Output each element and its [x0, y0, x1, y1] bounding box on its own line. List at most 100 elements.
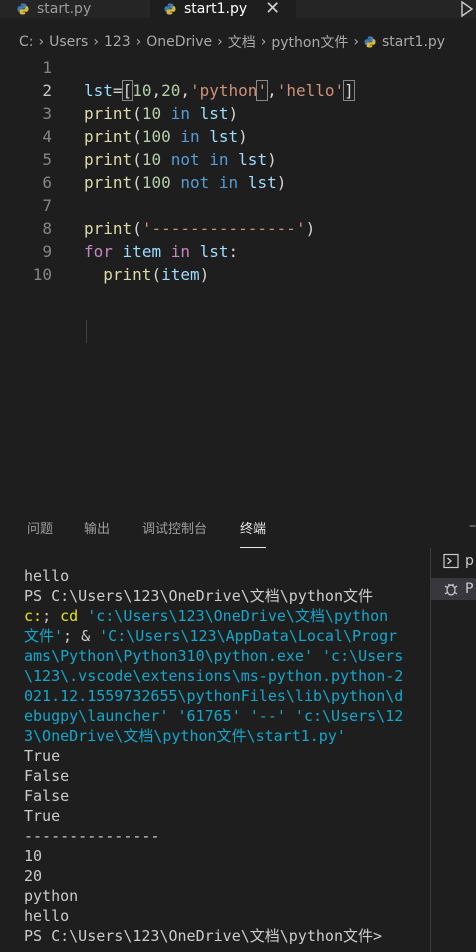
- terminal-text: \123\.vscode\extensions\ms-python.python…: [24, 667, 404, 685]
- breadcrumb-item[interactable]: 文档: [228, 32, 256, 52]
- terminal-text: False: [24, 767, 70, 785]
- code-line[interactable]: 6 print(100 not in lst): [0, 171, 476, 194]
- tab-output[interactable]: 输出: [84, 518, 110, 537]
- code-line[interactable]: 2 lst=[10,20,'python','hello']: [0, 79, 476, 102]
- terminal-line: 20: [24, 866, 422, 886]
- code-token: :: [228, 242, 239, 261]
- terminal-line: ams\Python\Python310\python.exe' 'c:\Use…: [24, 646, 422, 666]
- terminal-line: 文件'; & 'C:\Users\123\AppData\Local\Progr: [24, 626, 422, 646]
- code-text: print(100 in lst): [84, 125, 248, 148]
- code-token: not: [180, 173, 210, 192]
- python-file-icon: [364, 36, 376, 48]
- terminal-text: 3\OneDrive\文档\python文件\start1.py': [24, 727, 346, 745]
- code-line[interactable]: 4 print(100 in lst): [0, 125, 476, 148]
- code-token: print: [103, 265, 152, 284]
- code-editor[interactable]: 1 2 lst=[10,20,'python','hello'] 3 print(10 …: [0, 56, 476, 506]
- code-token: ': [256, 80, 269, 101]
- code-text: lst=[10,20,'python','hello']: [84, 79, 355, 102]
- terminal-line: python: [24, 886, 422, 906]
- terminal-line: c:; cd 'c:\Users\123\OneDrive\文档\python: [24, 606, 422, 626]
- code-text: for item in lst:: [84, 240, 238, 263]
- terminal-line: True: [24, 806, 422, 826]
- code-token: lst: [84, 81, 113, 100]
- code-token: print: [84, 150, 133, 169]
- code-line[interactable]: 7: [0, 194, 476, 217]
- code-token: lst: [199, 104, 229, 123]
- code-line[interactable]: 3 print(10 in lst): [0, 102, 476, 125]
- python-file-icon: [17, 3, 29, 15]
- terminal-text: c:: [24, 607, 43, 625]
- code-token: ): [276, 173, 287, 192]
- tab-debug-console[interactable]: 调试控制台: [142, 518, 207, 537]
- terminal-text: 10: [24, 847, 43, 865]
- terminal-text: ; &: [63, 627, 100, 645]
- tab-problems[interactable]: 问题: [27, 518, 53, 537]
- code-token: lst: [209, 127, 239, 146]
- tab-label: start.py: [37, 1, 92, 17]
- close-icon[interactable]: ✕: [265, 0, 280, 18]
- panel-dash[interactable]: –: [469, 518, 476, 534]
- tab-start-py[interactable]: start.py: [17, 0, 91, 18]
- breadcrumb-item[interactable]: OneDrive: [146, 34, 212, 50]
- code-token: 100: [141, 127, 171, 146]
- terminal-list-item[interactable]: p: [431, 550, 476, 572]
- terminal-line: PS C:\Users\123\OneDrive\文档\python文件: [24, 586, 422, 606]
- breadcrumb-item[interactable]: C:: [19, 34, 34, 50]
- terminal-list-label: P: [465, 581, 474, 597]
- line-number: 4: [42, 127, 52, 146]
- code-token: (: [132, 173, 142, 192]
- run-icon[interactable]: [458, 0, 476, 18]
- code-line[interactable]: 10 print(item): [0, 263, 476, 286]
- terminal-line: hello: [24, 566, 422, 586]
- terminal-text: hello: [24, 907, 70, 925]
- code-line[interactable]: 8 print('---------------'): [0, 217, 476, 240]
- terminal-text: True: [24, 807, 61, 825]
- breadcrumb-item[interactable]: Users: [49, 34, 88, 50]
- code-token: =: [112, 81, 123, 100]
- terminal-text: ;: [42, 607, 61, 625]
- code-token: 10: [141, 150, 162, 169]
- terminal-text: PS C:\Users\123\OneDrive\文档\python文件>: [24, 927, 383, 945]
- terminal-text: 'C:\Users\123\AppData\Local\Progr: [99, 627, 398, 645]
- breadcrumb-item[interactable]: 123: [104, 34, 131, 50]
- line-number: 1: [42, 58, 52, 77]
- code-token: (: [132, 150, 142, 169]
- code-token: 10: [132, 81, 152, 100]
- code-token: (: [151, 265, 162, 284]
- code-token: ,: [267, 81, 277, 100]
- code-text: print('---------------'): [84, 217, 315, 240]
- code-line[interactable]: 1: [0, 56, 476, 79]
- breadcrumb-item[interactable]: start1.py: [382, 34, 445, 50]
- line-number: 6: [42, 173, 52, 192]
- tab-terminal[interactable]: 终端: [240, 518, 267, 548]
- terminal-list-item[interactable]: P: [431, 578, 476, 600]
- breadcrumb-item[interactable]: python文件: [271, 32, 348, 52]
- code-line[interactable]: 9 for item in lst:: [0, 240, 476, 263]
- line-number: 7: [42, 196, 52, 215]
- code-token: (: [132, 104, 142, 123]
- code-token: print: [84, 219, 133, 238]
- code-token: print: [84, 173, 133, 192]
- terminal-icon: [443, 553, 459, 569]
- code-text: print(10 not in lst): [84, 148, 277, 171]
- code-line[interactable]: 5 print(10 not in lst): [0, 148, 476, 171]
- code-token: not: [170, 150, 200, 169]
- code-token: ): [305, 219, 316, 238]
- code-token: ): [228, 104, 239, 123]
- terminal-line: False: [24, 766, 422, 786]
- terminal-output[interactable]: hello PS C:\Users\123\OneDrive\文档\python文…: [24, 566, 422, 946]
- terminal-text: ebugpy\launcher' '61765' '--' 'c:\Users\…: [24, 707, 404, 725]
- terminal-line: 021.12.1559732655\pythonFiles\lib\python…: [24, 686, 422, 706]
- terminal-text: 'c:\Users\123\OneDrive\文档\python: [87, 607, 389, 625]
- tab-start1-py[interactable]: start1.py ✕: [150, 0, 296, 18]
- chevron-right-icon: ›: [93, 34, 99, 50]
- code-token: in: [180, 127, 200, 146]
